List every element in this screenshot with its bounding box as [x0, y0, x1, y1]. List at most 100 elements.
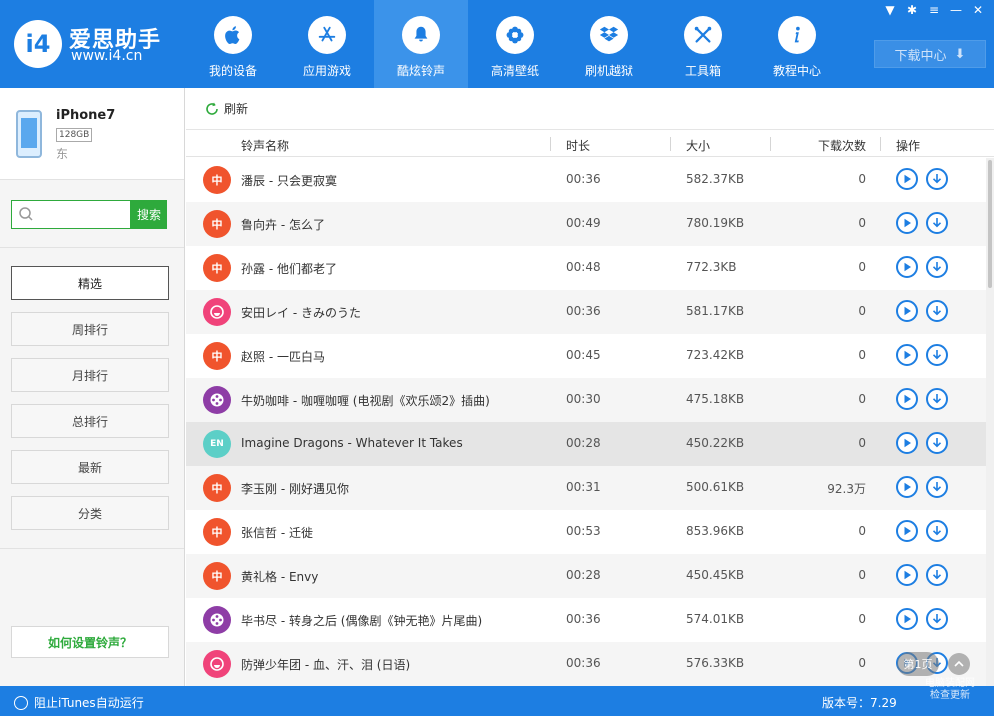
- table-row[interactable]: 牛奶咖啡 - 咖喱咖喱 (电视剧《欢乐颂2》插曲) 00:30 475.18KB 0: [186, 378, 986, 422]
- download-button[interactable]: [926, 520, 948, 542]
- table-row[interactable]: 防弹少年团 - 血、汗、泪 (日语) 00:36 576.33KB 0: [186, 642, 986, 686]
- skin-icon[interactable]: ▼: [882, 2, 898, 18]
- close-icon[interactable]: ✕: [970, 2, 986, 18]
- download-icon: [932, 570, 942, 580]
- download-button[interactable]: [926, 476, 948, 498]
- ringtone-name: 黄礼格 - Envy: [241, 570, 319, 584]
- download-button[interactable]: [926, 388, 948, 410]
- download-button[interactable]: [926, 432, 948, 454]
- nav-label: 工具箱: [684, 64, 721, 78]
- film-reel-icon: [203, 606, 231, 634]
- download-center-button[interactable]: 下载中心 ⬇: [874, 40, 986, 68]
- col-duration[interactable]: 时长: [566, 137, 590, 154]
- play-button[interactable]: [896, 476, 918, 498]
- search-input[interactable]: [11, 200, 131, 229]
- download-button[interactable]: [926, 564, 948, 586]
- play-icon: [904, 350, 911, 360]
- nav-my-device[interactable]: 我的设备: [186, 0, 280, 88]
- block-itunes-toggle[interactable]: 阻止iTunes自动运行: [14, 694, 144, 711]
- ringtone-size: 500.61KB: [686, 480, 745, 494]
- scroll-top-button[interactable]: [948, 653, 970, 675]
- download-button[interactable]: [926, 168, 948, 190]
- nav-toolbox[interactable]: 工具箱: [656, 0, 750, 88]
- col-size[interactable]: 大小: [686, 137, 710, 154]
- play-button[interactable]: [896, 520, 918, 542]
- table-row[interactable]: 毕书尽 - 转身之后 (偶像剧《钟无艳》片尾曲) 00:36 574.01KB 0: [186, 598, 986, 642]
- ringtone-name: 赵照 - 一匹白马: [241, 350, 325, 364]
- ringtone-name: 孙露 - 他们都老了: [241, 262, 337, 276]
- ringtone-duration: 00:28: [566, 568, 601, 582]
- menu-latest[interactable]: 最新: [11, 450, 169, 484]
- play-button[interactable]: [896, 564, 918, 586]
- download-button[interactable]: [926, 256, 948, 278]
- table-row[interactable]: EN Imagine Dragons - Whatever It Takes 00:…: [186, 422, 986, 466]
- menu-icon[interactable]: ≡: [926, 2, 942, 18]
- download-button[interactable]: [926, 344, 948, 366]
- table-row[interactable]: 中孙露 - 他们都老了 00:48 772.3KB 0: [186, 246, 986, 290]
- minimize-icon[interactable]: —: [948, 2, 964, 18]
- ringtone-size: 780.19KB: [686, 216, 745, 230]
- phone-icon: [16, 110, 42, 158]
- apple-icon: [214, 16, 252, 54]
- ringtone-downloads: 0: [858, 436, 866, 450]
- play-button[interactable]: [896, 256, 918, 278]
- ringtone-duration: 00:45: [566, 348, 601, 362]
- download-center-label: 下载中心: [894, 48, 947, 64]
- ringtone-downloads: 0: [858, 348, 866, 362]
- play-button[interactable]: [896, 300, 918, 322]
- search-button[interactable]: 搜索: [131, 200, 167, 229]
- play-icon: [904, 614, 911, 624]
- scrollbar-thumb[interactable]: [988, 160, 992, 288]
- ringtone-downloads: 0: [858, 392, 866, 406]
- play-button[interactable]: [896, 344, 918, 366]
- column-divider: [770, 137, 771, 151]
- menu-monthly[interactable]: 月排行: [11, 358, 169, 392]
- scrollbar[interactable]: [986, 158, 994, 686]
- col-name[interactable]: 铃声名称: [241, 137, 289, 154]
- play-button[interactable]: [896, 212, 918, 234]
- download-button[interactable]: [926, 608, 948, 630]
- download-icon: [932, 438, 942, 448]
- refresh-button[interactable]: 刷新: [204, 100, 248, 117]
- ringtone-downloads: 0: [858, 524, 866, 538]
- play-icon: [904, 438, 911, 448]
- column-divider: [670, 137, 671, 151]
- col-downloads[interactable]: 下载次数: [818, 137, 866, 154]
- gear-icon[interactable]: ✱: [904, 2, 920, 18]
- table-row[interactable]: 中潘辰 - 只会更寂寞 00:36 582.37KB 0: [186, 158, 986, 202]
- play-button[interactable]: [896, 388, 918, 410]
- column-divider: [880, 137, 881, 151]
- play-icon: [904, 526, 911, 536]
- ringtone-downloads: 0: [858, 260, 866, 274]
- table-row[interactable]: 中张信哲 - 迁徙 00:53 853.96KB 0: [186, 510, 986, 554]
- ringtone-name: 毕书尽 - 转身之后 (偶像剧《钟无艳》片尾曲): [241, 614, 483, 628]
- menu-categories[interactable]: 分类: [11, 496, 169, 530]
- menu-featured[interactable]: 精选: [11, 266, 169, 300]
- table-row[interactable]: 中赵照 - 一匹白马 00:45 723.42KB 0: [186, 334, 986, 378]
- play-button[interactable]: [896, 168, 918, 190]
- window-controls: ▼ ✱ ≡ — ✕: [882, 2, 986, 18]
- flower-icon: [496, 16, 534, 54]
- download-button[interactable]: [926, 300, 948, 322]
- table-row[interactable]: 中黄礼格 - Envy 00:28 450.45KB 0: [186, 554, 986, 598]
- table-row[interactable]: 安田レイ - きみのうた 00:36 581.17KB 0: [186, 290, 986, 334]
- download-button[interactable]: [926, 212, 948, 234]
- nav-ringtones[interactable]: 酷炫铃声: [374, 0, 468, 88]
- ringtone-size: 723.42KB: [686, 348, 745, 362]
- nav-flash-jailbreak[interactable]: 刷机越狱: [562, 0, 656, 88]
- page-indicator[interactable]: 第1页: [897, 652, 939, 676]
- menu-weekly[interactable]: 周排行: [11, 312, 169, 346]
- play-button[interactable]: [896, 432, 918, 454]
- nav-label: 应用游戏: [302, 64, 351, 78]
- nav-wallpapers[interactable]: 高清壁纸: [468, 0, 562, 88]
- nav-tutorials[interactable]: 教程中心: [750, 0, 844, 88]
- play-button[interactable]: [896, 608, 918, 630]
- how-to-set-ringtone-button[interactable]: 如何设置铃声？: [11, 626, 169, 658]
- check-update-link[interactable]: 检查更新: [912, 690, 988, 702]
- table-row[interactable]: 中李玉刚 - 刚好遇见你 00:31 500.61KB 92.3万: [186, 466, 986, 510]
- menu-all-time[interactable]: 总排行: [11, 404, 169, 438]
- table-row[interactable]: 中鲁向卉 - 怎么了 00:49 780.19KB 0: [186, 202, 986, 246]
- nav-apps-games[interactable]: 应用游戏: [280, 0, 374, 88]
- chinese-tag-icon: 中: [203, 562, 231, 590]
- app-store-icon: [308, 16, 346, 54]
